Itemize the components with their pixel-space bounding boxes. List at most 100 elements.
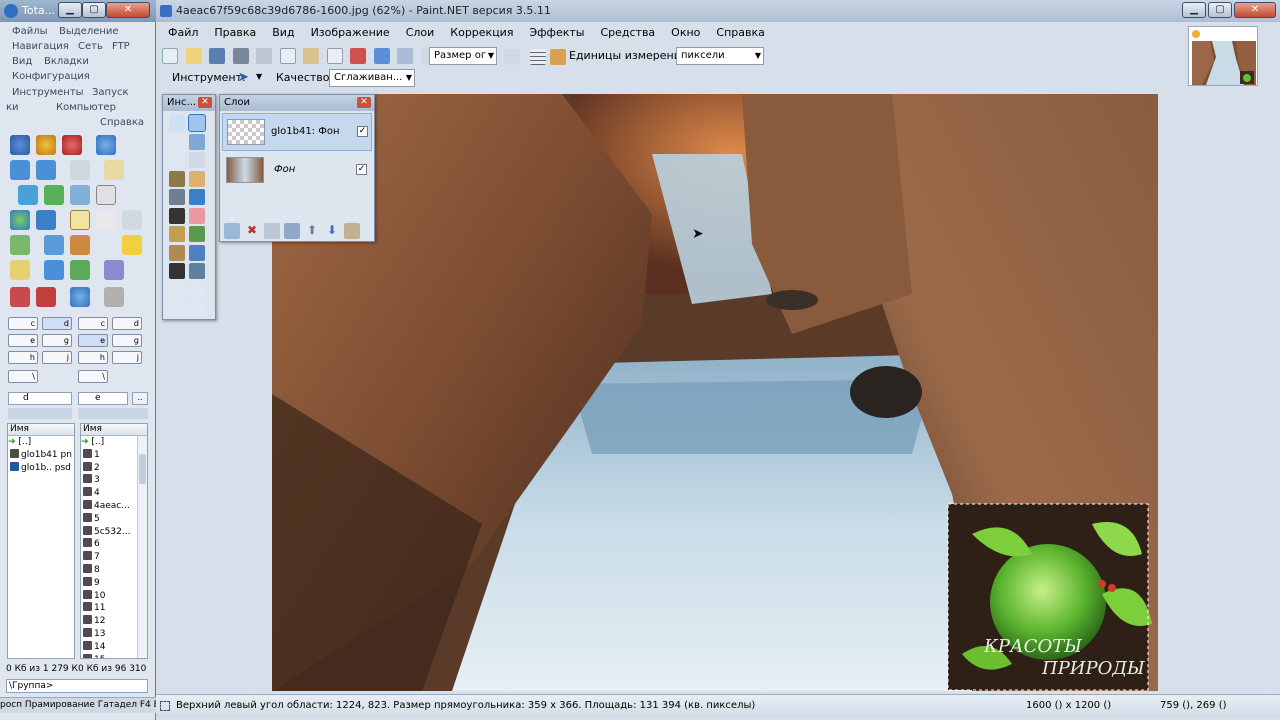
close-button[interactable]: ✕: [1234, 2, 1276, 18]
rectangle-icon[interactable]: [169, 281, 185, 298]
maximize-button[interactable]: ▢: [82, 2, 106, 18]
brush-icon[interactable]: [169, 207, 185, 224]
grid-icon[interactable]: [530, 49, 546, 65]
freeform-icon[interactable]: [189, 300, 205, 316]
settings-icon[interactable]: [70, 235, 90, 255]
function-key-bar[interactable]: росп Прамирование Гатадел F4 Вы: [0, 697, 156, 713]
tc-menu-ftp[interactable]: FTP: [112, 39, 130, 54]
zoom-in-icon[interactable]: [504, 49, 520, 65]
eraser-icon[interactable]: [189, 207, 205, 224]
tc-menu-navigation[interactable]: Навигация: [12, 39, 69, 54]
redo-icon[interactable]: [397, 48, 413, 64]
menu-view[interactable]: Вид: [264, 23, 302, 42]
minimize-button[interactable]: ▁: [58, 2, 82, 18]
search-icon[interactable]: [70, 160, 90, 180]
list-icon[interactable]: [10, 260, 30, 280]
tc-menu-select[interactable]: Выделение: [59, 24, 119, 39]
gear-icon[interactable]: [36, 135, 56, 155]
compare-icon[interactable]: [70, 185, 90, 205]
move-pixels-icon[interactable]: [189, 133, 205, 150]
menu-file[interactable]: Файл: [160, 23, 206, 42]
save-icon[interactable]: [209, 48, 225, 64]
dots-button[interactable]: ..: [132, 392, 148, 405]
tc-menu-tools[interactable]: Инструменты: [12, 85, 84, 100]
document-icon[interactable]: [96, 210, 116, 230]
drive-net-right[interactable]: \: [78, 370, 108, 383]
menu-utilities[interactable]: Средства: [592, 23, 663, 42]
monitor-icon[interactable]: [70, 260, 90, 280]
copy-icon[interactable]: [279, 48, 296, 64]
text-icon[interactable]: [169, 263, 185, 279]
open-icon[interactable]: [185, 48, 202, 64]
refresh-icon[interactable]: [96, 135, 116, 155]
cut-icon[interactable]: [256, 48, 272, 64]
move-up-icon[interactable]: ⬆: [304, 223, 320, 239]
plugin-icon[interactable]: [36, 287, 56, 307]
drive-h-left[interactable]: h: [8, 351, 38, 364]
scrollbar[interactable]: [137, 436, 147, 658]
menu-window[interactable]: Окно: [663, 23, 708, 42]
zoom-combo[interactable]: Размер ог ▼: [429, 47, 497, 65]
drive-c-left[interactable]: c: [8, 317, 38, 330]
image-thumbnail-tab[interactable]: [1188, 26, 1258, 86]
tree-icon[interactable]: [18, 185, 38, 205]
arrow-right-icon[interactable]: [36, 160, 56, 180]
right-column-header[interactable]: Имя: [81, 424, 147, 436]
crop-icon[interactable]: [326, 48, 343, 64]
menu-layers[interactable]: Слои: [398, 23, 443, 42]
drive-e-right[interactable]: e: [78, 334, 108, 347]
close-icon[interactable]: ✕: [357, 97, 371, 108]
tc-menu-help[interactable]: Справка: [100, 115, 144, 130]
notes-icon[interactable]: [122, 235, 142, 255]
tc-menu-ki[interactable]: ки: [6, 100, 19, 115]
deselect-icon[interactable]: [350, 48, 366, 64]
close-button[interactable]: ✕: [106, 2, 150, 18]
drive-g-left[interactable]: g: [42, 334, 72, 347]
ellipse-select-icon[interactable]: [169, 152, 185, 168]
drive-d-right[interactable]: d: [112, 317, 142, 330]
tc-menu-files[interactable]: Файлы: [12, 24, 48, 39]
menu-image[interactable]: Изображение: [303, 23, 398, 42]
merge-layer-icon[interactable]: [284, 223, 300, 239]
drive-g-right[interactable]: g: [112, 334, 142, 347]
right-drive-combo[interactable]: e: [78, 392, 128, 405]
gear-icon[interactable]: [62, 135, 82, 155]
recolor-icon[interactable]: [189, 244, 205, 261]
tc-menu-tabs[interactable]: Вкладки: [44, 54, 89, 69]
scrollbar-thumb[interactable]: [139, 454, 146, 484]
paste-icon[interactable]: [303, 48, 319, 64]
add-layer-icon[interactable]: [224, 223, 240, 239]
undo-icon[interactable]: [373, 48, 390, 64]
puzzle-icon[interactable]: [44, 260, 64, 280]
globe-icon[interactable]: [10, 210, 30, 230]
pan-icon[interactable]: [189, 170, 205, 187]
stamp-icon[interactable]: [169, 244, 185, 261]
tc-menu-network[interactable]: Сеть: [78, 39, 103, 54]
drive-net-left[interactable]: \: [8, 370, 38, 383]
image-canvas[interactable]: КРАСОТЫ ПРИРОДЫ: [272, 94, 1158, 691]
left-drive-combo[interactable]: d: [8, 392, 72, 405]
menu-help[interactable]: Справка: [708, 23, 772, 42]
image-icon[interactable]: [104, 260, 124, 280]
maximize-button[interactable]: ▢: [1208, 2, 1232, 18]
move-selection-icon[interactable]: [188, 114, 206, 132]
gear-icon[interactable]: [10, 135, 30, 155]
zoom-icon[interactable]: [189, 152, 205, 168]
drive-h-right[interactable]: h: [78, 351, 108, 364]
line-icon[interactable]: [189, 263, 205, 279]
tc-menu-computer[interactable]: Компьютер: [56, 100, 116, 115]
tc-menu-launch[interactable]: Запуск: [92, 85, 129, 100]
arrow-left-icon[interactable]: [10, 160, 30, 180]
print-icon[interactable]: [232, 48, 249, 64]
left-column-header[interactable]: Имя: [8, 424, 74, 436]
menu-effects[interactable]: Эффекты: [521, 23, 592, 42]
rounded-rect-icon[interactable]: [189, 281, 205, 298]
layer-visibility-checkbox[interactable]: ✓: [356, 164, 367, 175]
layer-row[interactable]: Фон ✓: [222, 152, 372, 190]
chevron-down-icon[interactable]: ▼: [256, 72, 262, 81]
web-icon[interactable]: [70, 287, 90, 307]
rectangle-select-icon[interactable]: [169, 115, 185, 131]
copy-icon[interactable]: [122, 210, 142, 230]
magic-wand-icon[interactable]: [169, 170, 185, 187]
layer-properties-icon[interactable]: [344, 223, 360, 239]
